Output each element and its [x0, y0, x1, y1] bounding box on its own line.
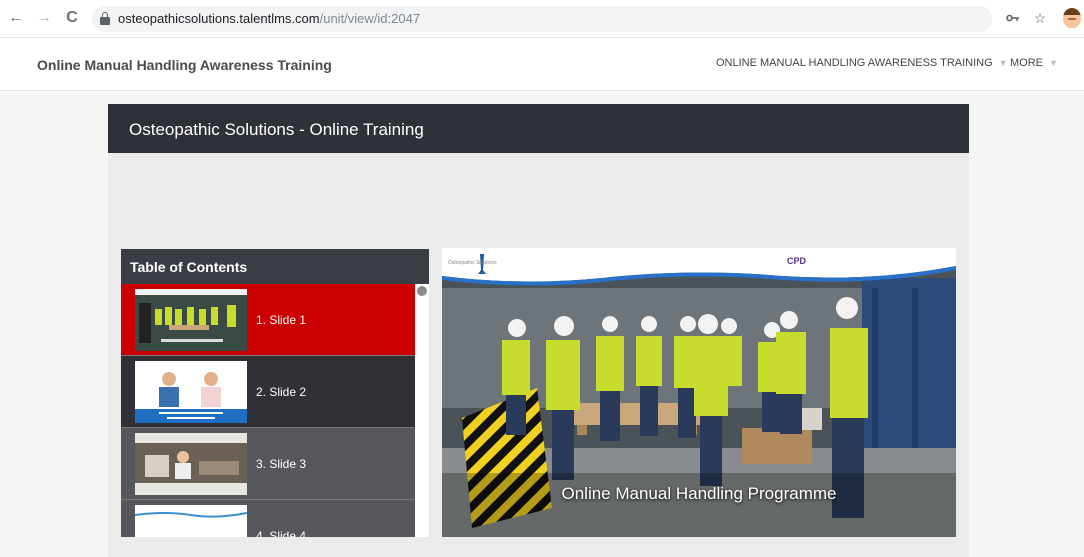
- toc-item-slide-2[interactable]: 2. Slide 2: [121, 356, 415, 428]
- forward-arrow-icon: →: [36, 9, 52, 26]
- toc-item-label: 3. Slide 3: [256, 457, 307, 471]
- toc-item-label: 1. Slide 1: [256, 313, 307, 327]
- url-path: /unit/view/id:2047: [319, 11, 421, 26]
- slide-brand-logo: Osteopathic Solutions: [448, 260, 497, 266]
- url-text: osteopathicsolutions.talentlms.com/unit/…: [118, 11, 420, 26]
- profile-avatar[interactable]: [1063, 8, 1081, 28]
- toc-item-slide-1[interactable]: 1. Slide 1: [121, 284, 415, 356]
- cpd-badge: CPD: [787, 256, 807, 266]
- slide-caption: Online Manual Handling Programme: [561, 484, 837, 503]
- chevron-down-icon: ▼: [998, 58, 1008, 68]
- key-icon[interactable]: [1003, 8, 1023, 28]
- toc-scrollbar[interactable]: [415, 284, 429, 537]
- slide-3-thumbnail: [135, 433, 247, 495]
- slide-2-thumbnail: [135, 361, 247, 423]
- toc-item-label: 2. Slide 2: [256, 385, 307, 399]
- star-icon[interactable]: ☆: [1030, 8, 1050, 28]
- address-bar[interactable]: osteopathicsolutions.talentlms.com/unit/…: [92, 6, 992, 32]
- url-domain: osteopathicsolutions.talentlms.com: [118, 11, 320, 26]
- browser-toolbar: ← → C osteopathicsolutions.talentlms.com…: [0, 0, 1084, 38]
- more-nav-menu[interactable]: MORE ▼: [1010, 57, 1058, 69]
- table-of-contents: Table of Contents 1. Slide 1 2. Slide 2 …: [121, 249, 429, 537]
- toc-title: Table of Contents: [130, 259, 248, 275]
- chevron-down-icon: ▼: [1049, 58, 1058, 68]
- back-arrow-icon: ←: [8, 9, 24, 26]
- scrollbar-thumb[interactable]: [417, 286, 427, 296]
- site-header: Online Manual Handling Awareness Trainin…: [0, 38, 1084, 91]
- lock-icon: [100, 12, 110, 25]
- course-nav-label: ONLINE MANUAL HANDLING AWARENESS TRAININ…: [716, 57, 993, 69]
- forward-button[interactable]: →: [34, 8, 54, 28]
- unit-title: Osteopathic Solutions - Online Training: [129, 120, 424, 139]
- slide-viewer[interactable]: Osteopathic Solutions CPD Online Manual …: [442, 248, 956, 537]
- reload-button[interactable]: C: [62, 8, 82, 28]
- more-nav-label: MORE: [1010, 57, 1043, 69]
- reload-icon: C: [66, 9, 78, 26]
- unit-header: Osteopathic Solutions - Online Training: [108, 104, 969, 153]
- toc-item-slide-3[interactable]: 3. Slide 3: [121, 428, 415, 500]
- toc-item-label: 4. Slide 4: [256, 529, 307, 537]
- back-button[interactable]: ←: [6, 8, 26, 28]
- site-title[interactable]: Online Manual Handling Awareness Trainin…: [37, 57, 332, 73]
- slide-1-thumbnail: [135, 289, 247, 351]
- course-nav-menu[interactable]: ONLINE MANUAL HANDLING AWARENESS TRAININ…: [716, 57, 1008, 69]
- slide-4-thumbnail: [135, 505, 247, 537]
- toc-item-slide-4[interactable]: 4. Slide 4: [121, 500, 415, 537]
- toc-header: Table of Contents: [121, 249, 429, 284]
